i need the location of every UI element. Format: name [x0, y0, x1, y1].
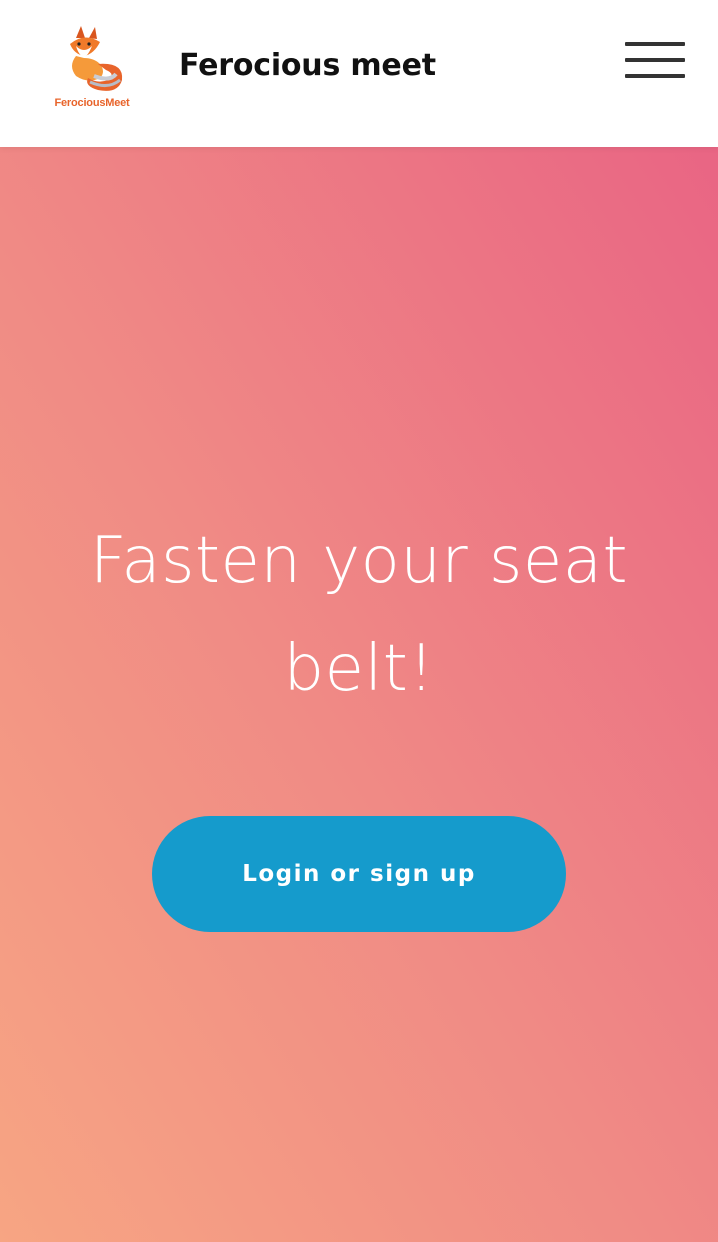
menu-bar-bottom	[625, 74, 685, 78]
menu-bar-top	[625, 42, 685, 46]
fox-logo-icon	[70, 26, 123, 91]
site-logo[interactable]: FerociousMeet	[48, 24, 136, 114]
login-signup-button[interactable]: Login or sign up	[152, 816, 566, 932]
logo-wordmark: FerociousMeet	[54, 97, 130, 109]
site-title[interactable]: Ferocious meet	[179, 48, 436, 83]
menu-bar-middle	[625, 58, 685, 62]
site-header: FerociousMeet Ferocious meet	[0, 0, 718, 147]
hero-section: Fasten your seat belt! Login or sign up	[0, 147, 718, 1242]
hero-heading: Fasten your seat belt!	[89, 524, 629, 706]
hamburger-menu-icon[interactable]	[620, 36, 690, 86]
